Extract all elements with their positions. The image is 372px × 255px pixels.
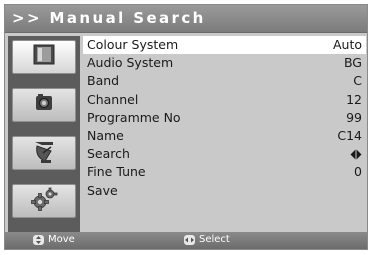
menu-item-value: 99 — [346, 109, 362, 125]
menu-item-channel[interactable]: Channel 12 — [83, 91, 366, 109]
sidebar-item-sound[interactable] — [12, 88, 76, 122]
up-down-key-icon — [33, 234, 44, 245]
menu-item-label: Save — [87, 182, 118, 198]
menu-item-label: Audio System — [87, 55, 174, 71]
menu-item-name[interactable]: Name C14 — [83, 127, 366, 145]
sidebar-item-setup[interactable] — [12, 184, 76, 218]
menu-item-value: C — [353, 73, 362, 89]
manual-search-panel: >> Manual Search Colour System Auto Audi… — [4, 4, 368, 250]
menu-item-value: Auto — [332, 37, 362, 52]
footer-hint-bar: Move Select — [5, 232, 367, 249]
menu-item-label: Programme No — [87, 109, 181, 125]
left-right-key-icon — [184, 234, 195, 245]
page-title: >> Manual Search — [12, 9, 206, 27]
menu-item-label: Colour System — [87, 37, 179, 52]
menu-item-label: Search — [87, 146, 130, 162]
select-hint: Select — [184, 234, 230, 245]
menu-item-value: C14 — [337, 127, 362, 143]
menu-item-colour-system[interactable]: Colour System Auto — [83, 36, 366, 55]
menu-item-fine-tune[interactable]: Fine Tune 0 — [83, 163, 366, 181]
sidebar-item-channel[interactable] — [12, 136, 76, 170]
gear-icon — [29, 185, 59, 217]
menu-item-band[interactable]: Band C — [83, 72, 366, 90]
menu-item-value: 12 — [346, 91, 362, 107]
menu-item-programme-no[interactable]: Programme No 99 — [83, 109, 366, 127]
move-hint: Move — [33, 234, 75, 245]
sidebar — [8, 36, 80, 232]
menu-list: Colour System Auto Audio System BG Band … — [83, 36, 366, 200]
move-label: Move — [48, 234, 75, 245]
menu-item-search[interactable]: Search — [83, 145, 366, 163]
menu-item-audio-system[interactable]: Audio System BG — [83, 54, 366, 72]
sidebar-item-picture[interactable] — [12, 40, 76, 74]
menu-item-label: Name — [87, 127, 124, 143]
menu-item-save[interactable]: Save — [83, 182, 366, 200]
menu-item-label: Band — [87, 73, 120, 89]
title-bar: >> Manual Search — [5, 5, 367, 33]
select-label: Select — [199, 234, 230, 245]
camera-icon — [29, 90, 59, 120]
screen-icon — [29, 42, 59, 72]
satellite-dish-icon — [29, 137, 59, 169]
left-right-arrows-icon — [350, 148, 362, 163]
menu-item-value: BG — [343, 55, 362, 71]
menu-item-label: Fine Tune — [87, 164, 146, 180]
menu-item-value: 0 — [354, 164, 362, 180]
menu-item-label: Channel — [87, 91, 139, 107]
